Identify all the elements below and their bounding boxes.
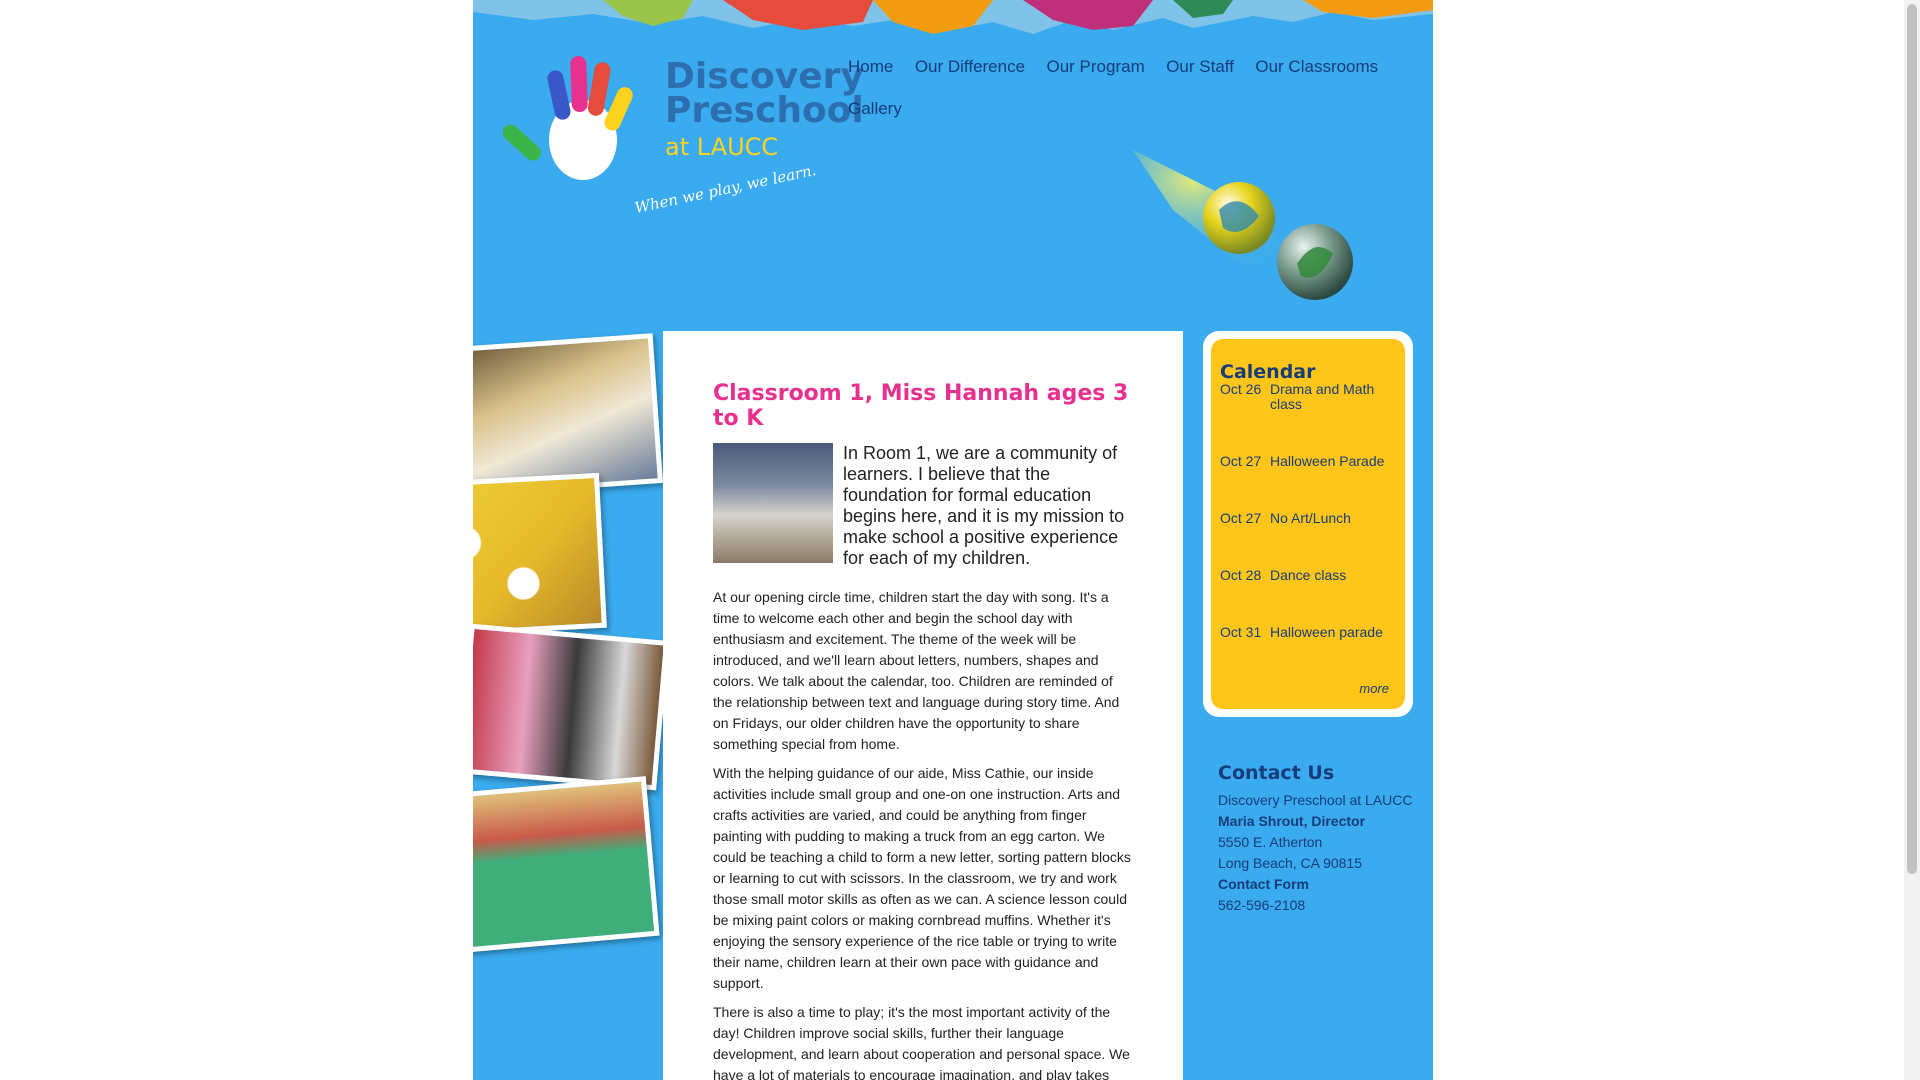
event-date: Oct 31 [1220,624,1262,640]
classroom-photo [713,443,833,563]
event-date: Oct 27 [1220,453,1262,469]
event-title: No Art/Lunch [1270,510,1351,526]
paragraph-play-time: There is also a time to play; it's the m… [713,1004,1130,1080]
main-nav: Home Our Difference Our Program Our Staf… [848,57,1408,141]
contact-block: Contact Us Discovery Preschool at LAUCC … [1218,762,1428,916]
calendar-more-link[interactable]: more [1359,681,1389,696]
logo-line-3: at LAUCC [665,133,779,161]
contact-city: Long Beach, CA 90815 [1218,855,1363,871]
vertical-scrollbar[interactable] [1904,0,1920,1080]
content-panel: Classroom 1, Miss Hannah ages 3 to K In … [663,331,1183,1080]
paragraph-inside-activities: With the helping guidance of our aide, M… [713,765,1131,991]
event-date: Oct 27 [1220,510,1262,526]
contact-phone: 562-596-2108 [1218,897,1306,913]
calendar-title: Calendar [1220,361,1316,383]
calendar-widget: Calendar Oct 26 Drama and Math class Oct… [1203,331,1413,717]
marbles-decoration [1133,150,1353,300]
contact-street: 5550 E. Atherton [1218,834,1323,850]
event-date: Oct 26 [1220,381,1262,397]
event-title: Dance class [1270,567,1347,583]
logo-line-2: Preschool [665,90,864,131]
event-title: Halloween parade [1270,624,1383,640]
nav-gallery[interactable]: Gallery [848,99,902,119]
paragraph-circle-time: At our opening circle time, children sta… [713,589,1120,752]
nav-our-classrooms[interactable]: Our Classrooms [1255,57,1378,77]
nav-our-difference[interactable]: Our Difference [915,57,1025,77]
photo-children-at-table [473,333,663,497]
logo-line-1: Discovery [665,56,864,97]
main-column: Discovery Preschool at LAUCC When we pla… [473,0,1433,1080]
intro-block: In Room 1, we are a community of learner… [713,443,1133,569]
contact-org: Discovery Preschool at LAUCC [1218,792,1413,808]
contact-title: Contact Us [1218,762,1335,784]
article: Classroom 1, Miss Hannah ages 3 to K In … [713,381,1133,1080]
photo-painting-plates [473,472,607,639]
nav-our-program[interactable]: Our Program [1047,57,1145,77]
event-title: Halloween Parade [1270,453,1385,469]
scrollbar-thumb[interactable] [1907,4,1917,874]
contact-director: Maria Shrout, Director [1218,813,1366,829]
nav-our-staff[interactable]: Our Staff [1166,57,1234,77]
logo-wordmark[interactable]: Discovery Preschool at LAUCC [665,56,864,162]
photo-circle-time [473,776,660,954]
calendar-panel: Calendar Oct 26 Drama and Math class Oct… [1211,339,1405,709]
contact-form-link[interactable]: Contact Form [1218,874,1428,895]
event-title: Drama and Math class [1270,381,1375,412]
event-date: Oct 28 [1220,567,1262,583]
paint-splash-banner [473,0,1433,40]
nav-home[interactable]: Home [848,57,893,77]
page-title: Classroom 1, Miss Hannah ages 3 to K [713,381,1129,431]
photo-costume-parade [473,623,670,791]
